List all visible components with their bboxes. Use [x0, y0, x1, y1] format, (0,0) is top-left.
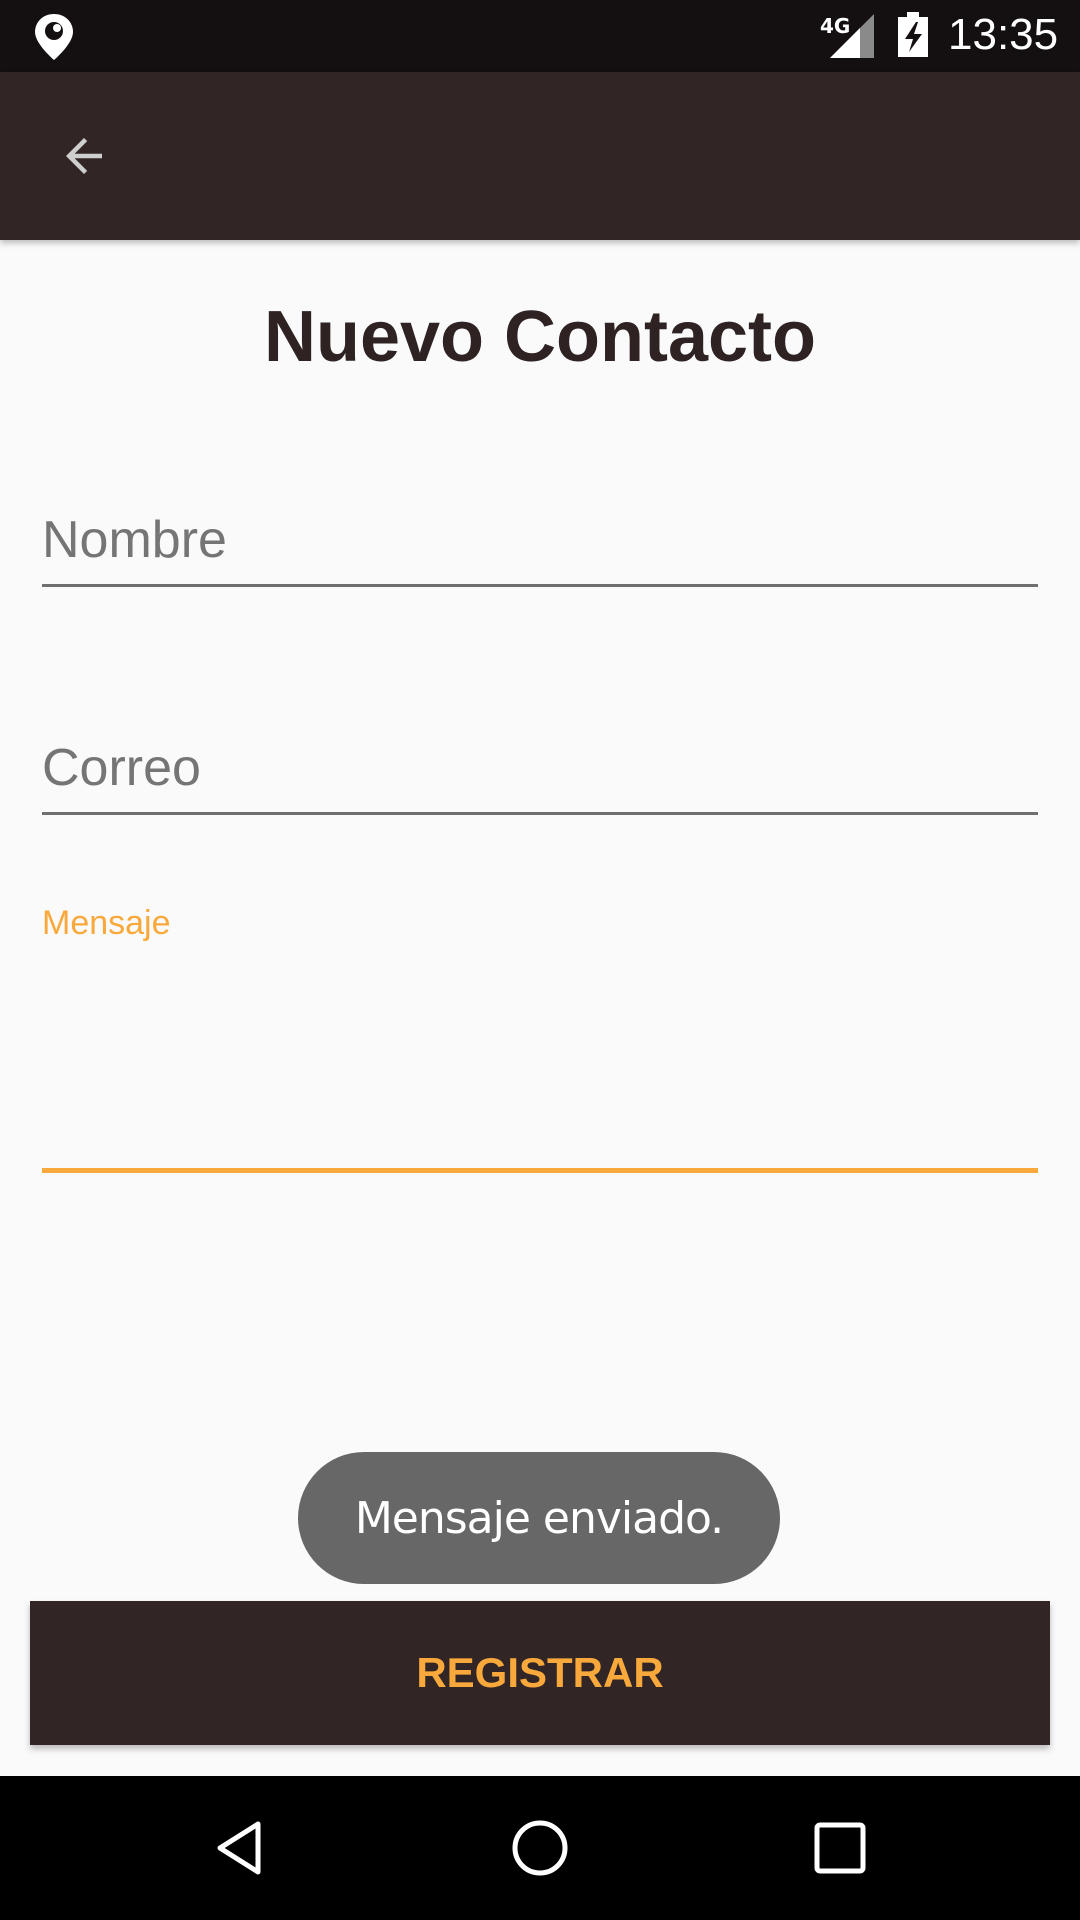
app-bar [0, 72, 1080, 240]
name-field-underline [42, 584, 1038, 587]
email-field[interactable]: Correo [42, 730, 1038, 820]
battery-charging-icon [898, 12, 928, 57]
email-field-placeholder: Correo [42, 739, 201, 797]
page-title: Nuevo Contacto [263, 297, 817, 377]
nav-back-button[interactable] [190, 1798, 290, 1898]
location-pin-icon [35, 14, 73, 60]
arrow-back-icon [66, 138, 102, 174]
status-bar: 4G 13:35 [0, 0, 1080, 72]
message-field[interactable]: Mensaje [42, 896, 1038, 1176]
toast-message: Mensaje enviado. [298, 1452, 780, 1584]
nav-home-button[interactable] [490, 1798, 590, 1898]
nav-home-icon [512, 1820, 568, 1876]
nav-recents-icon [814, 1822, 866, 1874]
nav-recents-button[interactable] [790, 1798, 890, 1898]
signal-icon [830, 14, 874, 58]
nav-back-icon [217, 1821, 261, 1875]
register-button[interactable]: REGISTRAR [30, 1601, 1050, 1745]
email-field-underline [42, 812, 1038, 815]
message-field-label: Mensaje [42, 904, 171, 942]
navigation-bar [0, 1776, 1080, 1920]
message-field-underline [42, 1168, 1038, 1173]
name-field[interactable]: Nombre [42, 500, 1038, 590]
back-button[interactable] [36, 114, 132, 198]
name-field-placeholder: Nombre [42, 511, 227, 569]
clock: 13:35 [948, 10, 1059, 59]
